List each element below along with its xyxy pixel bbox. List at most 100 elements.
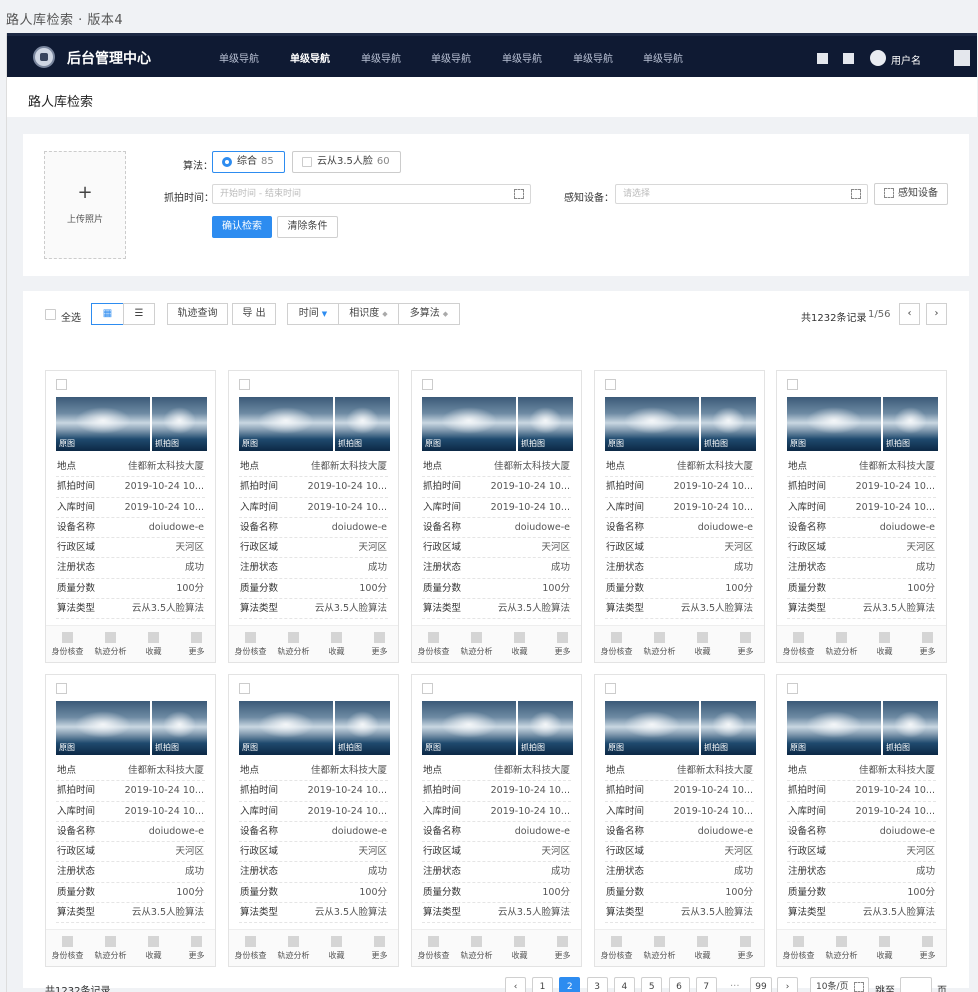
track-analysis-button[interactable]: 轨迹分析	[272, 930, 315, 967]
identity-check-button[interactable]: 身份核查	[412, 626, 455, 663]
pagination-page[interactable]: 5	[641, 977, 663, 992]
nav-item-1[interactable]: 单级导航	[219, 50, 259, 65]
favorite-button[interactable]: 收藏	[498, 626, 541, 663]
capture-image[interactable]: 抓拍图	[883, 397, 938, 451]
more-button[interactable]: 更多	[724, 930, 767, 967]
algorithm-option-cloudwalk[interactable]: 云从3.5人脸 60	[292, 151, 401, 173]
result-card[interactable]: 原图 抓拍图 地点 佳都新太科技大厦 抓拍时间 2019-10-24 10... 入库时间 2…	[411, 674, 582, 967]
pagination-next-button[interactable]: ›	[777, 977, 798, 992]
identity-check-button[interactable]: 身份核查	[229, 626, 272, 663]
capture-image[interactable]: 抓拍图	[152, 701, 207, 755]
original-image[interactable]: 原图	[605, 701, 699, 755]
capture-image[interactable]: 抓拍图	[152, 397, 207, 451]
original-image[interactable]: 原图	[787, 701, 881, 755]
identity-check-button[interactable]: 身份核查	[229, 930, 272, 967]
pagination-page[interactable]: 3	[586, 977, 608, 992]
device-select[interactable]: 请选择	[615, 184, 868, 204]
search-button[interactable]: 确认检索	[212, 216, 272, 238]
more-button[interactable]: 更多	[358, 626, 401, 663]
pagination-page[interactable]: 4	[613, 977, 635, 992]
menu-icon[interactable]	[954, 50, 970, 66]
track-analysis-button[interactable]: 轨迹分析	[455, 626, 498, 663]
sort-algorithm-button[interactable]: 多算法 ◆	[398, 303, 460, 325]
username[interactable]: 用户名	[891, 52, 921, 67]
page-size-select[interactable]: 10条/页	[810, 977, 869, 992]
pagination-page[interactable]: 2	[559, 977, 581, 992]
result-card[interactable]: 原图 抓拍图 地点 佳都新太科技大厦 抓拍时间 2019-10-24 10... 入库时间 2…	[45, 370, 216, 663]
more-button[interactable]: 更多	[175, 626, 218, 663]
track-analysis-button[interactable]: 轨迹分析	[820, 626, 863, 663]
prev-page-button[interactable]: ‹	[899, 303, 920, 325]
pagination-page[interactable]: 6	[668, 977, 690, 992]
result-card[interactable]: 原图 抓拍图 地点 佳都新太科技大厦 抓拍时间 2019-10-24 10... 入库时间 2…	[594, 674, 765, 967]
result-card[interactable]: 原图 抓拍图 地点 佳都新太科技大厦 抓拍时间 2019-10-24 10... 入库时间 2…	[228, 674, 399, 967]
identity-check-button[interactable]: 身份核查	[777, 930, 820, 967]
original-image[interactable]: 原图	[56, 701, 150, 755]
capture-image[interactable]: 抓拍图	[701, 397, 756, 451]
capture-image[interactable]: 抓拍图	[701, 701, 756, 755]
jump-page-input[interactable]	[900, 977, 932, 992]
card-checkbox[interactable]	[787, 683, 798, 694]
capture-image[interactable]: 抓拍图	[883, 701, 938, 755]
favorite-button[interactable]: 收藏	[863, 930, 906, 967]
capture-time-input[interactable]: 开始时间 - 结束时间	[212, 184, 531, 204]
favorite-button[interactable]: 收藏	[132, 930, 175, 967]
result-card[interactable]: 原图 抓拍图 地点 佳都新太科技大厦 抓拍时间 2019-10-24 10... 入库时间 2…	[411, 370, 582, 663]
favorite-button[interactable]: 收藏	[863, 626, 906, 663]
original-image[interactable]: 原图	[422, 397, 516, 451]
card-checkbox[interactable]	[56, 683, 67, 694]
capture-image[interactable]: 抓拍图	[335, 397, 390, 451]
track-analysis-button[interactable]: 轨迹分析	[638, 626, 681, 663]
identity-check-button[interactable]: 身份核查	[777, 626, 820, 663]
card-checkbox[interactable]	[239, 379, 250, 390]
more-button[interactable]: 更多	[175, 930, 218, 967]
capture-image[interactable]: 抓拍图	[518, 397, 573, 451]
track-analysis-button[interactable]: 轨迹分析	[455, 930, 498, 967]
identity-check-button[interactable]: 身份核查	[46, 930, 89, 967]
card-checkbox[interactable]	[56, 379, 67, 390]
card-checkbox[interactable]	[422, 379, 433, 390]
result-card[interactable]: 原图 抓拍图 地点 佳都新太科技大厦 抓拍时间 2019-10-24 10... 入库时间 2…	[776, 674, 947, 967]
original-image[interactable]: 原图	[239, 397, 333, 451]
upload-photo-button[interactable]: + 上传照片	[44, 151, 126, 259]
avatar[interactable]	[870, 50, 886, 66]
track-analysis-button[interactable]: 轨迹分析	[272, 626, 315, 663]
message-icon[interactable]	[843, 53, 854, 64]
more-button[interactable]: 更多	[541, 930, 584, 967]
original-image[interactable]: 原图	[239, 701, 333, 755]
track-analysis-button[interactable]: 轨迹分析	[89, 930, 132, 967]
favorite-button[interactable]: 收藏	[681, 626, 724, 663]
nav-item-4[interactable]: 单级导航	[431, 50, 471, 65]
nav-item-2[interactable]: 单级导航	[290, 50, 330, 81]
nav-item-5[interactable]: 单级导航	[502, 50, 542, 65]
favorite-button[interactable]: 收藏	[132, 626, 175, 663]
more-button[interactable]: 更多	[724, 626, 767, 663]
identity-check-button[interactable]: 身份核查	[412, 930, 455, 967]
favorite-button[interactable]: 收藏	[498, 930, 541, 967]
favorite-button[interactable]: 收藏	[681, 930, 724, 967]
capture-image[interactable]: 抓拍图	[518, 701, 573, 755]
favorite-button[interactable]: 收藏	[315, 626, 358, 663]
favorite-button[interactable]: 收藏	[315, 930, 358, 967]
grid-view-button[interactable]: ▦	[91, 303, 124, 325]
more-button[interactable]: 更多	[358, 930, 401, 967]
identity-check-button[interactable]: 身份核查	[46, 626, 89, 663]
identity-check-button[interactable]: 身份核查	[595, 626, 638, 663]
pagination-prev-button[interactable]: ‹	[505, 977, 526, 992]
notification-icon[interactable]	[817, 53, 828, 64]
track-analysis-button[interactable]: 轨迹分析	[820, 930, 863, 967]
algorithm-option-comprehensive[interactable]: 综合 85	[212, 151, 285, 173]
pagination-page[interactable]: 7	[695, 977, 717, 992]
card-checkbox[interactable]	[422, 683, 433, 694]
capture-image[interactable]: 抓拍图	[335, 701, 390, 755]
list-view-button[interactable]: ☰	[123, 303, 155, 325]
original-image[interactable]: 原图	[787, 397, 881, 451]
export-button[interactable]: 导 出	[232, 303, 276, 325]
result-card[interactable]: 原图 抓拍图 地点 佳都新太科技大厦 抓拍时间 2019-10-24 10... 入库时间 2…	[594, 370, 765, 663]
card-checkbox[interactable]	[787, 379, 798, 390]
sort-similarity-button[interactable]: 相识度 ◆	[338, 303, 399, 325]
original-image[interactable]: 原图	[422, 701, 516, 755]
pagination-last-page[interactable]: 99	[750, 977, 772, 992]
card-checkbox[interactable]	[239, 683, 250, 694]
select-all-checkbox[interactable]	[45, 309, 56, 320]
